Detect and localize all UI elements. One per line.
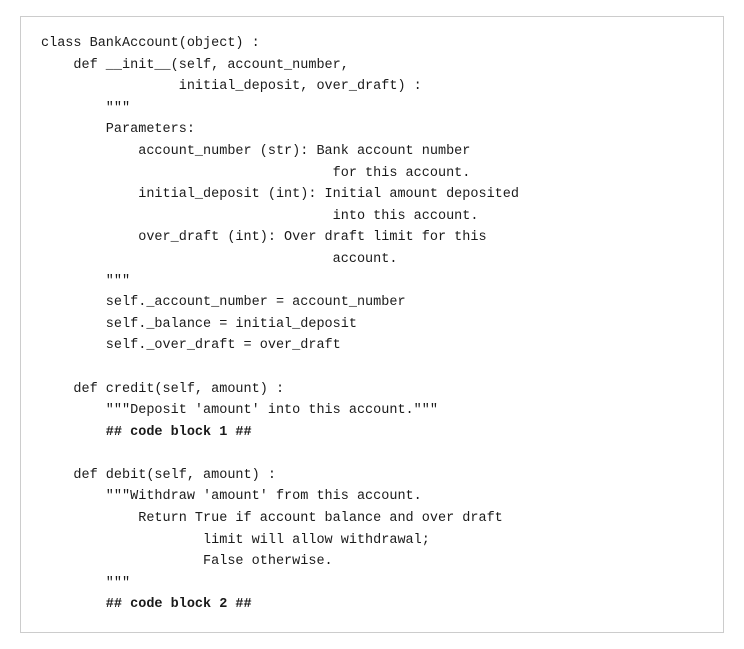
code-line: Parameters: [41,119,703,141]
code-line: """ [41,573,703,595]
code-line: self._balance = initial_deposit [41,314,703,336]
code-line: account_number (str): Bank account numbe… [41,141,703,163]
code-line: over_draft (int): Over draft limit for t… [41,227,703,249]
code-line [41,443,703,465]
code-line: into this account. [41,206,703,228]
code-line: Return True if account balance and over … [41,508,703,530]
code-line: def credit(self, amount) : [41,379,703,401]
code-line: self._over_draft = over_draft [41,335,703,357]
code-line: def __init__(self, account_number, [41,55,703,77]
code-line: False otherwise. [41,551,703,573]
code-line: """Withdraw 'amount' from this account. [41,486,703,508]
code-line: limit will allow withdrawal; [41,530,703,552]
code-line: account. [41,249,703,271]
code-line: class BankAccount(object) : [41,33,703,55]
code-line [41,357,703,379]
code-line: def debit(self, amount) : [41,465,703,487]
code-line: ## code block 1 ## [41,422,703,444]
code-line: """ [41,271,703,293]
code-line: self._account_number = account_number [41,292,703,314]
code-block: class BankAccount(object) : def __init__… [20,16,724,633]
code-line: initial_deposit, over_draft) : [41,76,703,98]
code-line: for this account. [41,163,703,185]
code-line: initial_deposit (int): Initial amount de… [41,184,703,206]
code-line: """ [41,98,703,120]
code-line: ## code block 2 ## [41,594,703,616]
code-line: """Deposit 'amount' into this account.""… [41,400,703,422]
